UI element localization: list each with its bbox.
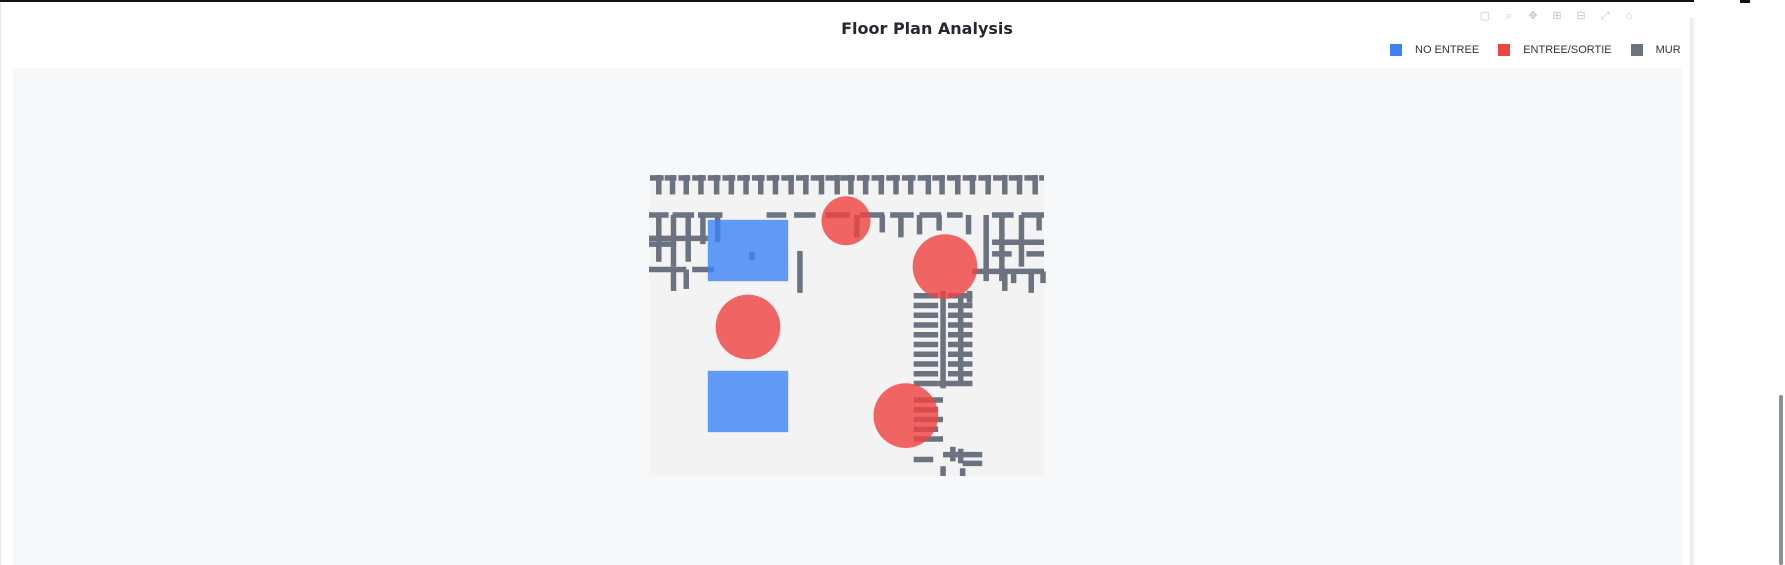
entree-sortie-marker[interactable] xyxy=(912,234,978,299)
no-entree-zone[interactable] xyxy=(707,370,789,433)
entree-sortie-marker[interactable] xyxy=(821,196,871,246)
no-entree-zone[interactable] xyxy=(707,219,789,282)
entree-sortie-marker[interactable] xyxy=(715,294,781,360)
plot-svg xyxy=(13,68,1682,565)
entree-sortie-marker[interactable] xyxy=(873,383,939,448)
